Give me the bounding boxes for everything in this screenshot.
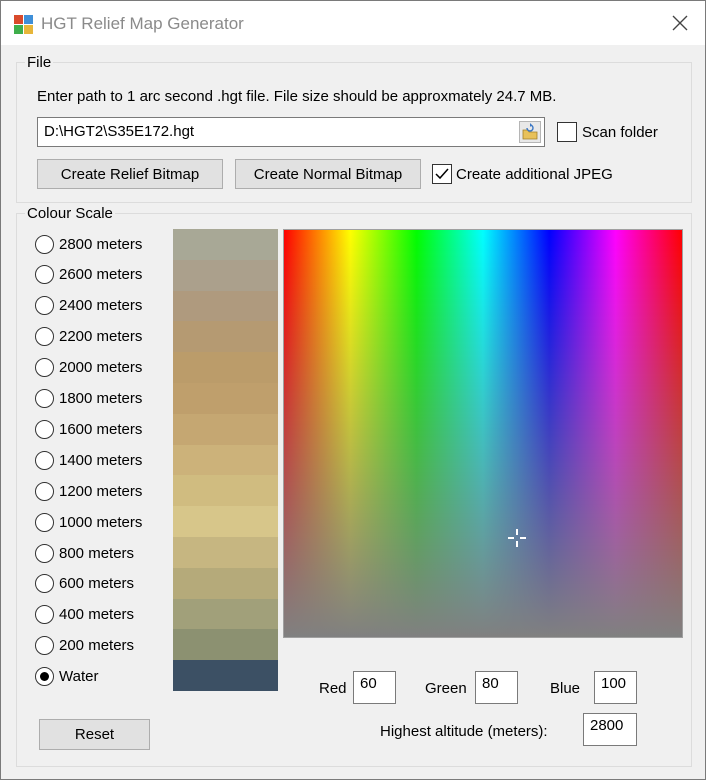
altitude-radio-button[interactable] <box>35 450 54 470</box>
altitude-radio-label: 2600 meters <box>59 266 143 284</box>
altitude-radio-row[interactable]: 1200 meters <box>35 480 142 502</box>
green-input[interactable]: 80 <box>475 671 518 704</box>
altitude-radio-button[interactable] <box>35 358 54 378</box>
close-icon <box>672 15 688 31</box>
colour-swatch[interactable] <box>173 290 278 322</box>
scan-folder-checkbox[interactable] <box>557 122 577 142</box>
altitude-radio-button[interactable] <box>35 512 54 532</box>
altitude-radio-label: 800 meters <box>59 544 135 562</box>
altitude-radio-button[interactable] <box>35 265 54 285</box>
altitude-radio-label: 400 meters <box>59 606 135 624</box>
altitude-radio-row[interactable]: 600 meters <box>35 573 134 595</box>
altitude-radio-label: Water <box>59 668 99 686</box>
altitude-radio-row[interactable]: 2400 meters <box>35 295 142 317</box>
altitude-radio-button[interactable] <box>35 419 54 439</box>
file-instruction: Enter path to 1 arc second .hgt file. Fi… <box>37 88 557 105</box>
colour-swatch[interactable] <box>173 537 278 568</box>
create-normal-bitmap-button[interactable]: Create Normal Bitmap <box>235 159 421 189</box>
colour-swatch[interactable] <box>173 660 278 692</box>
path-input[interactable]: D:\HGT2\S35E172.hgt <box>37 117 545 147</box>
app-icon <box>14 15 33 34</box>
colour-swatch[interactable] <box>173 444 278 476</box>
colour-swatch[interactable] <box>173 352 278 384</box>
altitude-radio-button[interactable] <box>35 667 54 687</box>
altitude-radio-row[interactable]: 1000 meters <box>35 511 142 533</box>
altitude-radio-label: 1800 meters <box>59 390 143 407</box>
altitude-radio-row[interactable]: 2200 meters <box>35 326 142 348</box>
title-bar: HGT Relief Map Generator <box>1 1 705 45</box>
altitude-radio-label: 1400 meters <box>59 451 143 469</box>
path-value: D:\HGT2\S35E172.hgt <box>44 123 195 140</box>
colour-swatch[interactable] <box>173 383 278 414</box>
scan-folder-label: Scan folder <box>582 124 658 141</box>
altitude-radio-row[interactable]: 2600 meters <box>35 264 142 286</box>
altitude-radio-row[interactable]: 2000 meters <box>35 357 142 379</box>
altitude-radio-row[interactable]: 2800 meters <box>35 233 142 255</box>
colour-scale-label: Colour Scale <box>25 205 115 222</box>
close-button[interactable] <box>655 1 705 45</box>
additional-jpeg-label: Create additional JPEG <box>456 166 613 183</box>
altitude-radio-row[interactable]: 200 meters <box>35 635 134 657</box>
window-title: HGT Relief Map Generator <box>41 14 244 33</box>
altitude-radio-button[interactable] <box>35 636 54 656</box>
app-window: HGT Relief Map Generator File Enter path… <box>0 0 706 780</box>
colour-swatch[interactable] <box>173 413 278 445</box>
altitude-radio-button[interactable] <box>35 481 54 501</box>
highest-altitude-input[interactable]: 2800 <box>583 713 637 746</box>
altitude-radio-row[interactable]: Water <box>35 666 98 688</box>
altitude-radio-label: 600 meters <box>59 575 135 593</box>
altitude-radio-button[interactable] <box>35 605 54 625</box>
altitude-radio-row[interactable]: 1800 meters <box>35 388 142 410</box>
colour-swatch[interactable] <box>173 475 278 507</box>
altitude-radio-label: 2200 meters <box>59 328 143 346</box>
crosshair-icon <box>508 529 526 547</box>
browse-icon <box>522 123 538 140</box>
altitude-radio-row[interactable]: 400 meters <box>35 604 134 626</box>
browse-button[interactable] <box>519 121 541 143</box>
colour-swatch[interactable] <box>173 629 278 661</box>
reset-button[interactable]: Reset <box>39 719 150 750</box>
highest-altitude-label: Highest altitude (meters): <box>380 723 548 740</box>
file-group-label: File <box>25 54 54 71</box>
altitude-radio-label: 2400 meters <box>59 297 143 315</box>
colour-swatch[interactable] <box>173 229 278 260</box>
red-input[interactable]: 60 <box>353 671 396 704</box>
altitude-radio-label: 2800 meters <box>59 235 143 253</box>
create-relief-bitmap-button[interactable]: Create Relief Bitmap <box>37 159 223 189</box>
altitude-radio-button[interactable] <box>35 327 54 347</box>
altitude-radio-button[interactable] <box>35 574 54 594</box>
altitude-radio-label: 1600 meters <box>59 420 143 438</box>
altitude-radio-label: 200 meters <box>59 637 135 655</box>
altitude-radio-row[interactable]: 1400 meters <box>35 449 142 471</box>
altitude-radio-button[interactable] <box>35 389 54 408</box>
altitude-radio-row[interactable]: 800 meters <box>35 542 134 564</box>
altitude-radio-button[interactable] <box>35 296 54 316</box>
additional-jpeg-checkbox[interactable] <box>432 164 452 184</box>
altitude-radio-label: 1000 meters <box>59 513 143 531</box>
colour-swatch[interactable] <box>173 259 278 291</box>
spectrum-saturation-layer <box>284 230 682 637</box>
altitude-radio-button[interactable] <box>35 543 54 563</box>
blue-label: Blue <box>550 680 581 697</box>
red-label: Red <box>319 680 347 697</box>
colour-swatch[interactable] <box>173 567 278 599</box>
altitude-radio-button[interactable] <box>35 234 54 254</box>
altitude-radio-label: 2000 meters <box>59 359 143 377</box>
colour-swatch[interactable] <box>173 321 278 353</box>
green-label: Green <box>425 680 467 697</box>
checkmark-icon <box>435 168 449 180</box>
altitude-radio-row[interactable]: 1600 meters <box>35 418 142 440</box>
colour-spectrum-picker[interactable] <box>283 229 683 638</box>
blue-input[interactable]: 100 <box>594 671 637 704</box>
colour-swatch[interactable] <box>173 506 278 538</box>
colour-swatch[interactable] <box>173 598 278 630</box>
altitude-radio-label: 1200 meters <box>59 482 143 500</box>
